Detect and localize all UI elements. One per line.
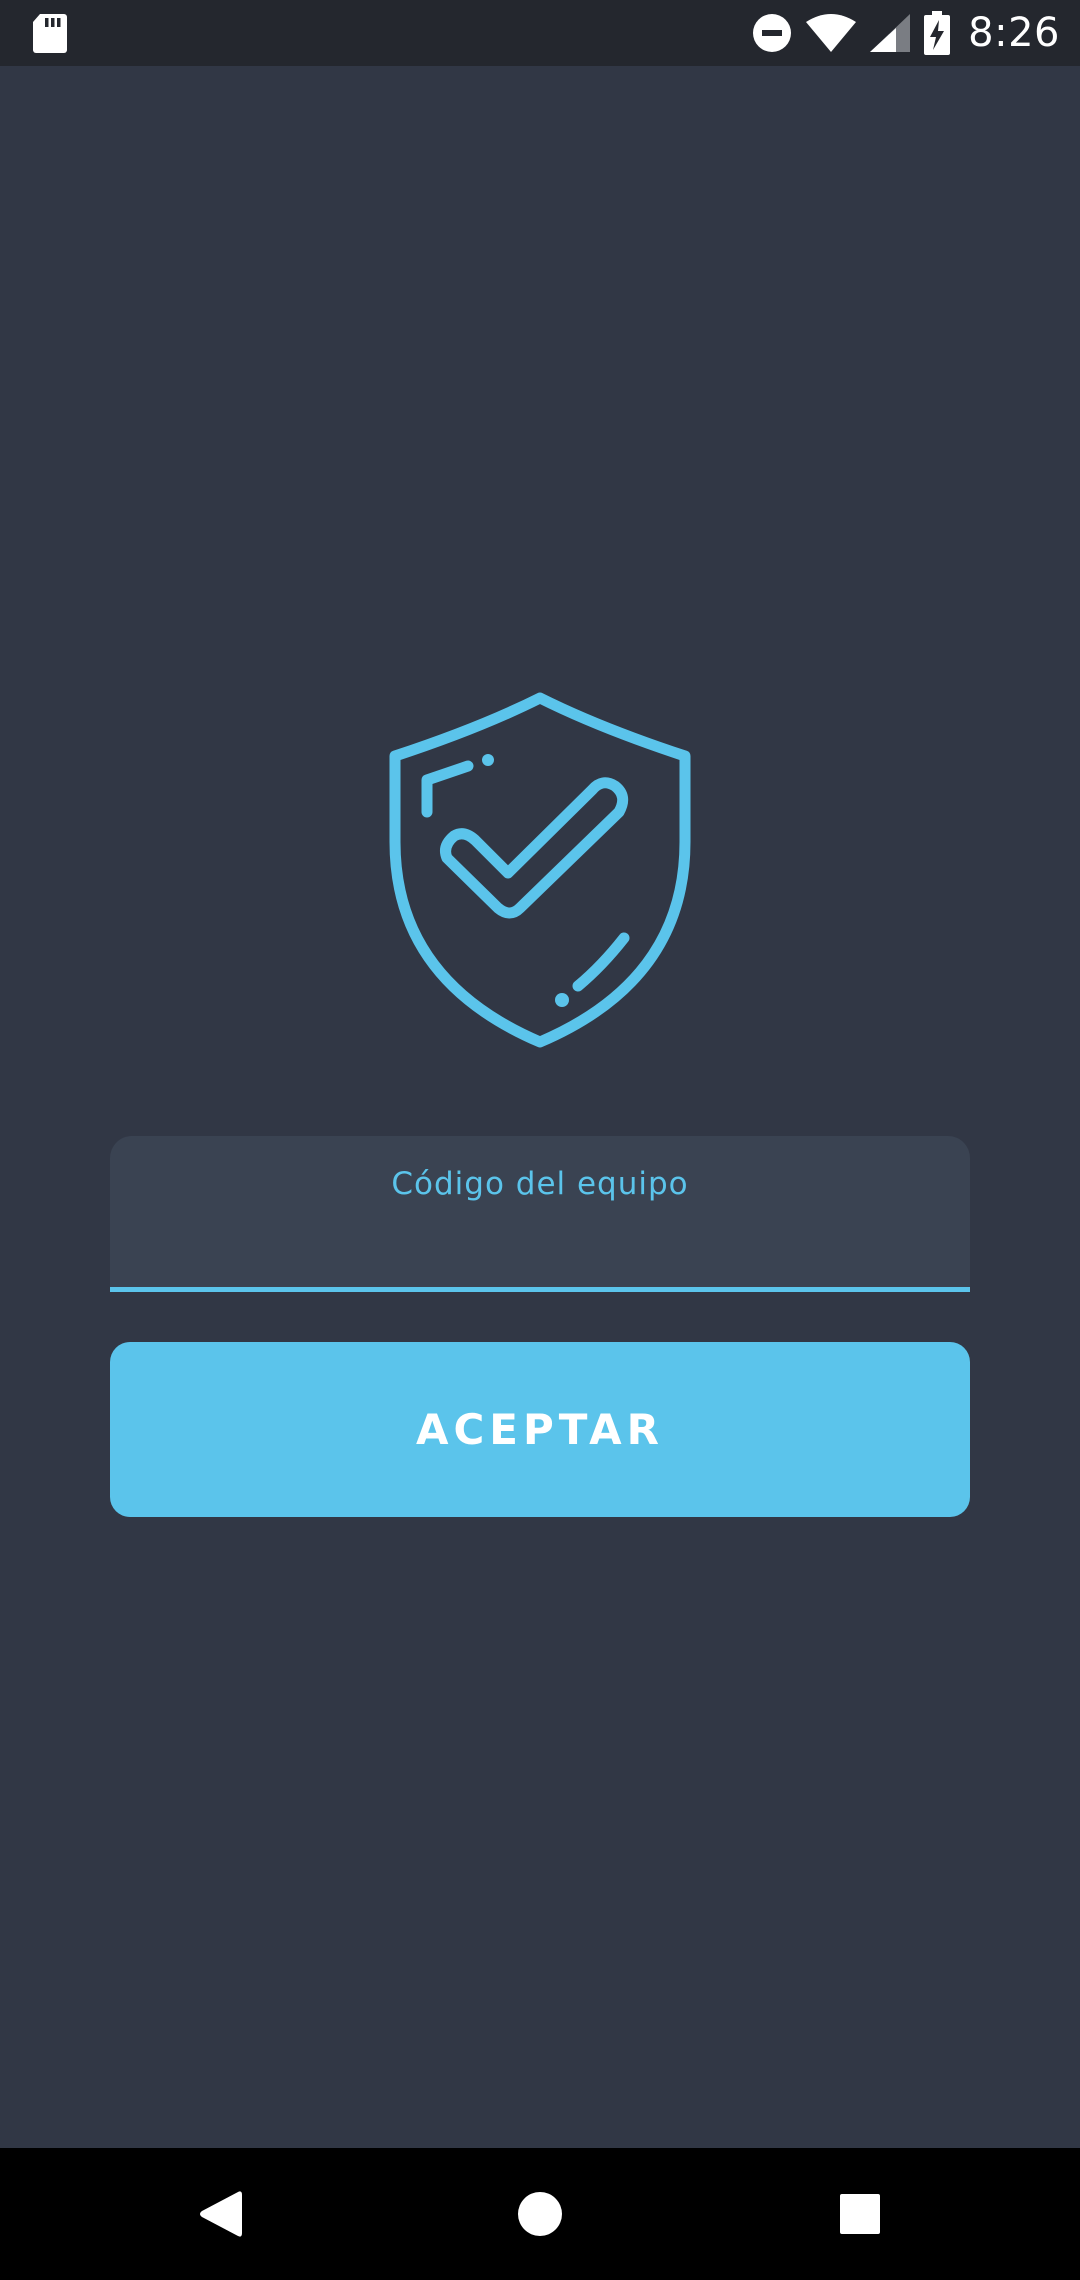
recents-icon[interactable] [800,2148,920,2280]
status-bar: 8:26 [0,0,1080,66]
back-icon[interactable] [160,2148,280,2280]
accept-button[interactable]: ACEPTAR [110,1342,970,1517]
team-code-label: Código del equipo [391,1166,689,1202]
navigation-bar [0,2148,1080,2280]
status-icons: 8:26 [752,0,1060,66]
wifi-icon [806,14,857,52]
team-code-field[interactable]: Código del equipo [110,1136,970,1292]
shield-check-icon [380,690,700,1050]
team-code-screen: 8:26 Código del equipo ACEPTAR [0,0,1080,2280]
home-icon[interactable] [480,2148,600,2280]
battery-charging-icon [924,11,951,55]
status-time: 8:26 [968,10,1060,56]
team-code-input[interactable] [140,1216,940,1274]
do-not-disturb-icon [752,13,792,53]
sd-card-icon [32,12,68,54]
signal-icon [870,14,911,52]
